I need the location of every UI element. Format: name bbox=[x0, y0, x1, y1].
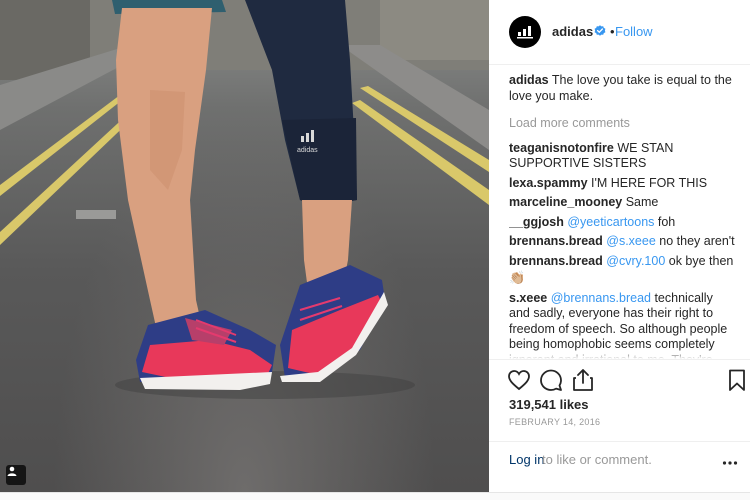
comment-text: ok bye then bbox=[665, 253, 734, 268]
comment-mention[interactable]: @yeeticartoons bbox=[567, 215, 654, 229]
load-more-comments-button[interactable]: Load more comments bbox=[509, 116, 735, 132]
avatar[interactable] bbox=[509, 16, 541, 48]
comment-username[interactable]: brennans.bread bbox=[509, 254, 603, 268]
comment-text: foh bbox=[654, 214, 676, 229]
comment: marceline_mooney Same bbox=[509, 195, 735, 211]
brand-logo-icon bbox=[517, 26, 533, 39]
caption-username[interactable]: adidas bbox=[509, 73, 549, 87]
account-username[interactable]: adidas bbox=[552, 24, 593, 39]
comment-bubble-icon[interactable] bbox=[539, 368, 563, 392]
comment-username[interactable]: brennans.bread bbox=[509, 234, 603, 248]
page-bottom-strip bbox=[0, 492, 750, 500]
comment: lexa.spammy I'M HERE FOR THIS bbox=[509, 176, 735, 192]
instagram-post: adidas adidas • Follow adidas The love y… bbox=[0, 0, 750, 492]
comments-fade bbox=[509, 349, 735, 359]
login-prompt-text: to like or comment. bbox=[542, 452, 652, 467]
comment-username[interactable]: s.xeee bbox=[509, 291, 547, 305]
comment-username[interactable]: __ggjosh bbox=[509, 215, 564, 229]
comment: teaganisnotonfire WE STAN SUPPORTIVE SIS… bbox=[509, 141, 735, 172]
comments-list[interactable]: adidas The love you take is equal to the… bbox=[509, 73, 735, 359]
post-date[interactable]: FEBRUARY 14, 2016 bbox=[509, 417, 600, 427]
photo-illustration: adidas bbox=[0, 0, 489, 399]
login-bar: Log in to like or comment. bbox=[489, 441, 750, 492]
heart-icon[interactable] bbox=[507, 368, 531, 392]
comment-username[interactable]: lexa.spammy bbox=[509, 176, 588, 190]
verified-badge-icon bbox=[594, 25, 606, 36]
comment-username[interactable]: marceline_mooney bbox=[509, 195, 622, 209]
right-shoe bbox=[280, 265, 388, 382]
comment-mention[interactable]: @brennans.bread bbox=[551, 291, 651, 305]
action-bar bbox=[489, 359, 750, 399]
login-link[interactable]: Log in bbox=[509, 452, 544, 467]
comment-text: no they aren't bbox=[655, 234, 735, 248]
post-header: adidas • Follow bbox=[489, 0, 750, 65]
bookmark-icon[interactable] bbox=[725, 368, 749, 392]
comment-mention[interactable]: @s.xeee bbox=[606, 234, 656, 248]
like-count[interactable]: 319,541 likes bbox=[509, 397, 589, 412]
right-building bbox=[380, 0, 489, 60]
legging-calf bbox=[282, 118, 357, 206]
comment-text: I'M HERE FOR THIS bbox=[587, 175, 708, 190]
comment: brennans.bread @cvry.100 ok bye then 👏🏼 bbox=[509, 254, 735, 287]
legging-logo-text: adidas bbox=[297, 147, 318, 154]
profile-tag-icon[interactable] bbox=[6, 465, 26, 485]
more-dots-icon[interactable] bbox=[722, 455, 738, 471]
clapping-emoji: 👏🏼 bbox=[509, 270, 526, 285]
separator-dot: • bbox=[610, 24, 615, 39]
person-glyph-icon bbox=[7, 466, 17, 476]
comment-mention[interactable]: @cvry.100 bbox=[606, 254, 665, 268]
comment-username[interactable]: teaganisnotonfire bbox=[509, 141, 614, 155]
road-drain bbox=[76, 210, 116, 219]
comment-text: Same bbox=[622, 195, 659, 209]
caption: adidas The love you take is equal to the… bbox=[509, 73, 735, 104]
post-sidebar: adidas • Follow adidas The love you take… bbox=[489, 0, 750, 492]
post-photo[interactable]: adidas bbox=[0, 0, 489, 492]
follow-button[interactable]: Follow bbox=[615, 24, 653, 39]
share-icon[interactable] bbox=[571, 368, 595, 392]
comment: brennans.bread @s.xeee no they aren't bbox=[509, 234, 735, 250]
comment: __ggjosh @yeeticartoons foh bbox=[509, 215, 735, 231]
